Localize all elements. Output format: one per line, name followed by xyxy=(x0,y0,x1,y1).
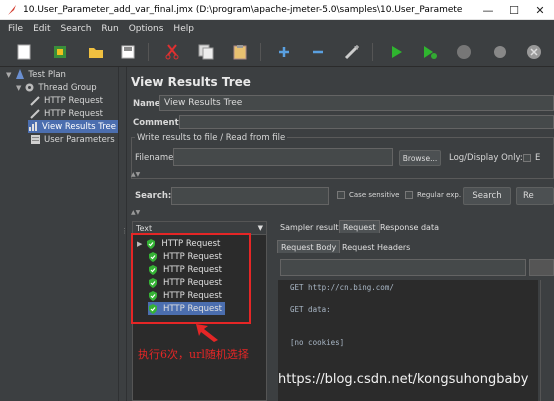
write-results-label: Write results to file / Read from file xyxy=(135,133,288,143)
chart-icon xyxy=(28,121,39,132)
user-params-icon xyxy=(30,134,41,145)
close-button[interactable]: ✕ xyxy=(526,0,554,20)
pipette-icon xyxy=(30,95,41,106)
expand-icon[interactable] xyxy=(274,42,294,62)
comments-field[interactable] xyxy=(179,115,554,129)
test-plan-tree: ▼ Test Plan ▼ Thread Group HTTP Request … xyxy=(0,67,119,401)
minimize-button[interactable]: — xyxy=(474,0,502,20)
shutdown-icon[interactable] xyxy=(490,42,510,62)
name-field[interactable]: View Results Tree xyxy=(159,95,554,111)
search-button[interactable]: Search xyxy=(463,187,511,205)
stop-icon[interactable] xyxy=(454,42,474,62)
search-label: Search: xyxy=(135,191,172,201)
gear-icon xyxy=(24,82,35,93)
window-title: 10.User_Parameter_add_var_final.jmx (D:\… xyxy=(23,4,463,15)
new-icon[interactable] xyxy=(14,42,34,62)
subtab-request-body[interactable]: Request Body xyxy=(277,240,341,253)
start-icon[interactable] xyxy=(386,42,406,62)
menu-options[interactable]: Options xyxy=(129,24,164,34)
maximize-button[interactable]: ☐ xyxy=(500,0,528,20)
jmeter-feather-icon xyxy=(5,3,19,17)
open-icon[interactable] xyxy=(86,42,106,62)
paste-icon[interactable] xyxy=(230,42,250,62)
tree-item-user-parameters[interactable]: User Parameters xyxy=(30,133,115,146)
filename-label: Filename xyxy=(135,153,174,163)
log-display-checkbox[interactable] xyxy=(523,154,531,162)
annotation-highlight-box xyxy=(131,233,251,324)
log-display-tail-label: E xyxy=(535,153,541,163)
watermark: https://blog.csdn.net/kongsuhongbaby xyxy=(278,372,529,387)
subtab-request-headers[interactable]: Request Headers xyxy=(339,241,413,254)
panel-title: View Results Tree xyxy=(131,75,251,89)
annotation-text: 执行6次，url随机选择 xyxy=(138,348,249,361)
templates-icon[interactable] xyxy=(50,42,70,62)
toolbar xyxy=(0,37,554,67)
tree-item-test-plan[interactable]: ▼ Test Plan xyxy=(6,68,66,81)
clear-icon[interactable] xyxy=(524,42,544,62)
log-display-label: Log/Display Only: xyxy=(449,153,523,163)
pane-splitter[interactable]: ⋮ xyxy=(118,67,128,401)
filename-input[interactable] xyxy=(173,148,393,166)
annotation-arrow-icon xyxy=(196,324,218,342)
tab-request[interactable]: Request xyxy=(339,220,380,233)
collapse-icon[interactable] xyxy=(308,42,328,62)
copy-icon[interactable] xyxy=(196,42,216,62)
browse-button[interactable]: Browse... xyxy=(399,150,441,166)
regular-exp-label: Regular exp. xyxy=(417,191,462,199)
toggle-icon[interactable] xyxy=(342,42,362,62)
search-input[interactable] xyxy=(171,187,329,205)
menu-help[interactable]: Help xyxy=(173,24,194,34)
start-no-pauses-icon[interactable] xyxy=(420,42,440,62)
detail-side-button[interactable] xyxy=(529,259,554,276)
save-icon[interactable] xyxy=(118,42,138,62)
test-plan-icon xyxy=(14,69,25,80)
collapse-arrows-2[interactable]: ▲▼ xyxy=(131,209,554,219)
tree-item-http-request-1[interactable]: HTTP Request xyxy=(30,94,103,107)
tree-item-http-request-2[interactable]: HTTP Request xyxy=(30,107,103,120)
collapse-arrows[interactable]: ▲▼ xyxy=(131,171,554,181)
window-titlebar: 10.User_Parameter_add_var_final.jmx (D:\… xyxy=(0,0,554,20)
tab-sampler-result[interactable]: Sampler result xyxy=(277,221,341,234)
menu-file[interactable]: File xyxy=(8,24,23,34)
tree-item-thread-group[interactable]: ▼ Thread Group xyxy=(16,81,97,94)
detail-search-field[interactable] xyxy=(280,259,526,276)
tree-item-view-results-tree[interactable]: View Results Tree xyxy=(28,120,119,133)
tab-response-data[interactable]: Response data xyxy=(377,221,442,234)
menu-search[interactable]: Search xyxy=(61,24,92,34)
detail-scrollbar[interactable] xyxy=(540,280,554,401)
cut-icon[interactable] xyxy=(162,42,182,62)
pipette-icon xyxy=(30,108,41,119)
regular-exp-checkbox[interactable] xyxy=(405,191,413,199)
menu-edit[interactable]: Edit xyxy=(33,24,50,34)
case-sensitive-checkbox[interactable] xyxy=(337,191,345,199)
menu-run[interactable]: Run xyxy=(101,24,118,34)
reset-button[interactable]: Re xyxy=(516,187,554,205)
menu-bar: File Edit Search Run Options Help xyxy=(0,20,554,37)
case-sensitive-label: Case sensitive xyxy=(349,191,400,199)
